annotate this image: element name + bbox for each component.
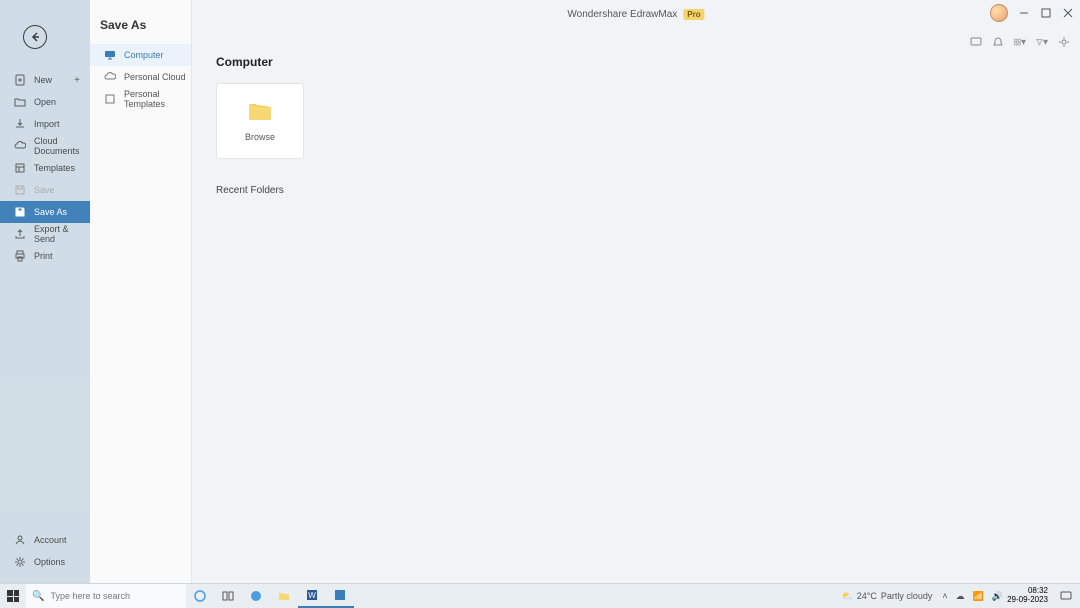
taskbar-search[interactable]: 🔍 Type here to search [26, 584, 186, 608]
content-area: Computer Browse Recent Folders [216, 55, 1056, 583]
task-view-icon[interactable] [214, 584, 242, 608]
folder-icon [14, 96, 26, 108]
location-personal-templates[interactable]: Personal Templates [90, 88, 191, 110]
cortana-icon[interactable] [186, 584, 214, 608]
browse-label: Browse [245, 132, 275, 142]
nav-label: Cloud Documents [34, 136, 82, 156]
weather-desc: Partly cloudy [881, 591, 933, 601]
grid-icon[interactable]: ▾ [1014, 36, 1026, 48]
weather-icon: ⛅ [842, 591, 853, 602]
explorer-icon[interactable] [270, 584, 298, 608]
taskbar: 🔍 Type here to search W ⛅ 24°C Partly cl… [0, 583, 1080, 608]
nav-label: Open [34, 97, 56, 107]
print-icon [14, 250, 26, 262]
system-tray: ˄ ☁ 📶 🔊 [942, 591, 1007, 602]
nav-label: Export & Send [34, 224, 82, 244]
avatar[interactable] [990, 4, 1008, 22]
action-center-icon[interactable] [1052, 584, 1080, 608]
plus-icon[interactable]: + [74, 75, 80, 86]
settings-icon[interactable] [1058, 36, 1070, 48]
weather-widget[interactable]: ⛅ 24°C Partly cloudy [842, 591, 943, 602]
new-file-icon [14, 74, 26, 86]
edge-icon[interactable] [242, 584, 270, 608]
nav-open[interactable]: Open [0, 91, 90, 113]
import-icon [14, 118, 26, 130]
location-label: Personal Cloud [124, 72, 186, 82]
search-icon: 🔍 [32, 591, 44, 602]
nav-label: Save As [34, 207, 67, 217]
gear-icon [14, 556, 26, 568]
nav-save: Save [0, 179, 90, 201]
panel-title: Save As [90, 0, 191, 44]
cloud-icon [104, 71, 116, 83]
filter-icon[interactable]: ▾ [1036, 36, 1048, 48]
template-icon [104, 93, 116, 105]
main-panel: Wondershare EdrawMax Pro ▾ ▾ Computer [192, 0, 1080, 583]
app-title-text: Wondershare EdrawMax [567, 9, 677, 20]
close-button[interactable] [1062, 7, 1074, 19]
nav-cloud-documents[interactable]: Cloud Documents [0, 135, 90, 157]
location-computer[interactable]: Computer [90, 44, 191, 66]
pro-badge: Pro [683, 9, 704, 20]
nav-save-as[interactable]: Save As [0, 201, 90, 223]
nav-label: Print [34, 251, 53, 261]
top-toolbar: ▾ ▾ [970, 36, 1070, 48]
nav-label: Import [34, 119, 60, 129]
nav-list-top: New + Open Import Cloud Documents Templa… [0, 69, 90, 529]
taskbar-apps: W [186, 584, 354, 608]
arrow-left-icon [29, 31, 41, 43]
nav-label: Options [34, 557, 65, 567]
clock[interactable]: 08:32 29-09-2023 [1007, 587, 1052, 605]
location-label: Computer [124, 50, 164, 60]
tray-chevron-icon[interactable]: ˄ [942, 591, 947, 601]
clock-date: 29-09-2023 [1007, 596, 1048, 605]
nav-label: Account [34, 535, 67, 545]
edraw-icon[interactable] [326, 584, 354, 608]
tray-onedrive-icon[interactable]: ☁ [956, 591, 965, 602]
browse-card[interactable]: Browse [216, 83, 304, 159]
folder-icon [247, 100, 273, 122]
app-title: Wondershare EdrawMax Pro [567, 9, 704, 20]
file-sidebar: New + Open Import Cloud Documents Templa… [0, 0, 90, 583]
window-controls [990, 4, 1074, 22]
tray-volume-icon[interactable]: 🔊 [992, 591, 1003, 602]
save-as-icon [14, 206, 26, 218]
word-icon[interactable]: W [298, 584, 326, 608]
maximize-button[interactable] [1040, 7, 1052, 19]
nav-import[interactable]: Import [0, 113, 90, 135]
nav-list-bottom: Account Options [0, 529, 90, 573]
titlebar: Wondershare EdrawMax Pro [192, 0, 1080, 28]
cloud-icon [14, 140, 26, 152]
content-heading: Computer [216, 55, 1056, 69]
location-label: Personal Templates [124, 89, 191, 109]
search-placeholder: Type here to search [50, 591, 130, 601]
message-icon[interactable] [970, 36, 982, 48]
nav-options[interactable]: Options [0, 551, 90, 573]
location-panel: Save As Computer Personal Cloud Personal… [90, 0, 192, 583]
nav-print[interactable]: Print [0, 245, 90, 267]
bell-icon[interactable] [992, 36, 1004, 48]
minimize-button[interactable] [1018, 7, 1030, 19]
account-icon [14, 534, 26, 546]
tray-wifi-icon[interactable]: 📶 [973, 591, 984, 602]
nav-account[interactable]: Account [0, 529, 90, 551]
nav-label: New [34, 75, 52, 85]
back-button[interactable] [23, 25, 47, 49]
weather-temp: 24°C [857, 591, 877, 601]
nav-label: Templates [34, 163, 75, 173]
svg-text:W: W [308, 591, 316, 600]
export-icon [14, 228, 26, 240]
nav-templates[interactable]: Templates [0, 157, 90, 179]
nav-new[interactable]: New + [0, 69, 90, 91]
start-button[interactable] [0, 584, 26, 608]
nav-label: Save [34, 185, 55, 195]
windows-icon [7, 590, 19, 602]
location-personal-cloud[interactable]: Personal Cloud [90, 66, 191, 88]
app-window: New + Open Import Cloud Documents Templa… [0, 0, 1080, 583]
templates-icon [14, 162, 26, 174]
save-icon [14, 184, 26, 196]
nav-export-send[interactable]: Export & Send [0, 223, 90, 245]
monitor-icon [104, 49, 116, 61]
recent-folders-heading: Recent Folders [216, 185, 1056, 196]
